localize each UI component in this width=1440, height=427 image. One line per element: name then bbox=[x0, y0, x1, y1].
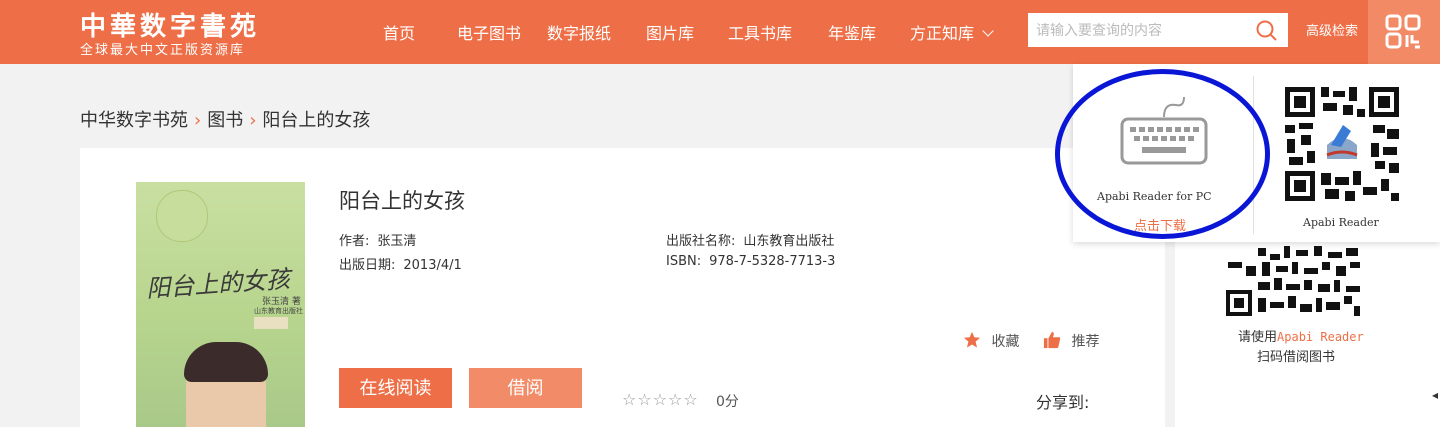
share-label: 分享到: bbox=[1036, 393, 1090, 412]
isbn-label: ISBN: bbox=[666, 254, 702, 269]
download-link[interactable]: 点击下载 bbox=[1134, 215, 1186, 234]
book-author: 作者: 张玉清 bbox=[339, 230, 416, 249]
cover-illustration-hair bbox=[184, 342, 268, 382]
date-value: 2013/4/1 bbox=[403, 258, 462, 273]
advanced-search-link[interactable]: 高级检索 bbox=[1306, 20, 1358, 39]
isbn-value: 978-7-5328-7713-3 bbox=[709, 254, 836, 269]
qr-code-button[interactable] bbox=[1368, 0, 1440, 64]
nav-item-founder-knowledge[interactable]: 方正知库 bbox=[910, 20, 994, 44]
caret-left-icon[interactable]: ◂ bbox=[1432, 388, 1438, 402]
breadcrumb-books[interactable]: 图书 bbox=[207, 110, 243, 131]
read-online-button[interactable]: 在线阅读 bbox=[339, 368, 452, 408]
sidebar-scan-tip-suffix: 扫码借阅图书 bbox=[1257, 350, 1336, 365]
site-logo-title[interactable]: 中華数字書苑 bbox=[80, 6, 260, 43]
date-label: 出版日期: bbox=[339, 258, 396, 273]
nav-item-newspapers[interactable]: 数字报纸 bbox=[547, 20, 611, 44]
qr-code-icon bbox=[1385, 14, 1421, 49]
nav-item-reference-books[interactable]: 工具书库 bbox=[728, 20, 792, 44]
nav-item-images[interactable]: 图片库 bbox=[646, 20, 694, 44]
site-logo-subtitle: 全球最大中文正版资源库 bbox=[80, 43, 246, 58]
breadcrumb-home[interactable]: 中华数字书苑 bbox=[80, 110, 188, 131]
breadcrumb: 中华数字书苑 › 图书 › 阳台上的女孩 bbox=[80, 106, 370, 132]
sidebar-tip-app[interactable]: Apabi Reader bbox=[1277, 330, 1364, 344]
borrow-button[interactable]: 借阅 bbox=[469, 368, 582, 408]
sidebar-tip-prefix: 请使用 bbox=[1238, 330, 1278, 345]
rating-stars[interactable]: ☆☆☆☆☆ bbox=[622, 390, 699, 409]
search-input[interactable] bbox=[1028, 13, 1288, 47]
apabi-reader-label: Apabi Reader bbox=[1303, 216, 1379, 229]
cover-publisher: 山东教育出版社 bbox=[254, 307, 303, 315]
cover-badge bbox=[254, 317, 288, 329]
nav-item-home[interactable]: 首页 bbox=[383, 20, 415, 44]
chevron-down-icon bbox=[982, 25, 994, 37]
sidebar-qr-code-icon bbox=[1222, 244, 1364, 320]
breadcrumb-separator-icon: › bbox=[194, 110, 202, 131]
nav-item-yearbooks[interactable]: 年鉴库 bbox=[828, 20, 876, 44]
apabi-reader-qr-code-icon bbox=[1283, 85, 1401, 203]
popup-divider bbox=[1253, 76, 1254, 234]
breadcrumb-current: 阳台上的女孩 bbox=[262, 110, 371, 131]
recommend-label: 推荐 bbox=[1071, 334, 1100, 350]
star-icon bbox=[963, 331, 981, 348]
book-cover-image[interactable]: 阳台上的女孩 张玉清 著 山东教育出版社 bbox=[136, 182, 305, 427]
author-value[interactable]: 张玉清 bbox=[377, 234, 416, 249]
favorite-label: 收藏 bbox=[991, 334, 1020, 350]
keyboard-icon[interactable] bbox=[1120, 95, 1208, 165]
book-title: 阳台上的女孩 bbox=[339, 189, 465, 213]
book-publish-date: 出版日期: 2013/4/1 bbox=[339, 254, 462, 273]
recommend-button[interactable]: 推荐 bbox=[1043, 331, 1099, 351]
apabi-pc-label: Apabi Reader for PC bbox=[1097, 190, 1212, 203]
nav-item-founder-knowledge-label: 方正知库 bbox=[910, 24, 975, 43]
publisher-value[interactable]: 山东教育出版社 bbox=[743, 234, 834, 249]
thumbs-up-icon bbox=[1043, 331, 1061, 349]
rating-score: 0分 bbox=[716, 394, 739, 410]
favorite-button[interactable]: 收藏 bbox=[963, 331, 1019, 351]
book-isbn: ISBN: 978-7-5328-7713-3 bbox=[666, 254, 835, 269]
breadcrumb-separator-icon: › bbox=[249, 110, 257, 131]
book-publisher: 出版社名称: 山东教育出版社 bbox=[666, 230, 834, 249]
author-label: 作者: bbox=[339, 234, 370, 249]
cover-emblem bbox=[156, 190, 208, 242]
nav-item-ebooks[interactable]: 电子图书 bbox=[457, 20, 521, 44]
publisher-label: 出版社名称: bbox=[666, 234, 736, 249]
sidebar-scan-tip: 请使用Apabi Reader bbox=[1238, 326, 1364, 345]
search-icon[interactable] bbox=[1254, 18, 1280, 44]
